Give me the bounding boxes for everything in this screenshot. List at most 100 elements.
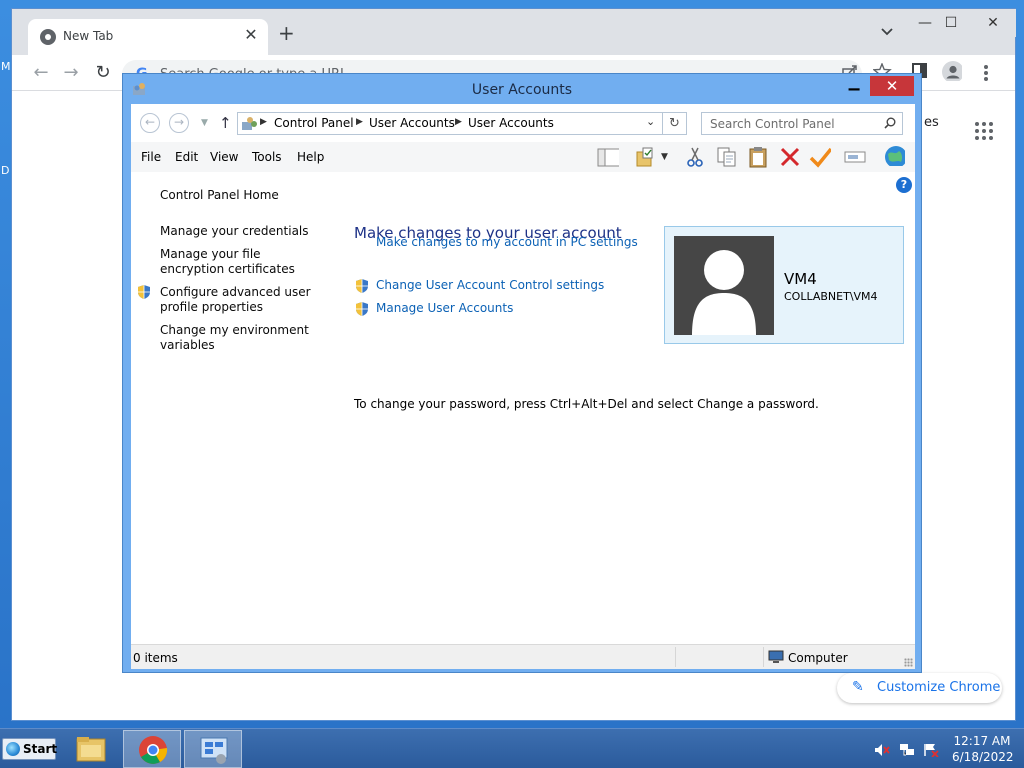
user-name: VM4 <box>784 270 817 288</box>
chrome-favicon-icon <box>40 29 56 45</box>
properties-folder-icon[interactable] <box>636 146 658 168</box>
ua-minimize-button[interactable]: ▁ <box>841 76 867 96</box>
forward-arrow-icon[interactable]: → <box>169 113 189 133</box>
ntp-shortcut-text[interactable]: es <box>924 115 939 130</box>
status-location: Computer <box>788 651 848 665</box>
address-dropdown-icon[interactable]: ⌄ <box>646 115 655 128</box>
computer-icon <box>768 650 784 663</box>
breadcrumb-item[interactable]: Control Panel <box>274 116 354 130</box>
google-apps-icon[interactable] <box>975 122 993 140</box>
menu-help[interactable]: Help <box>297 150 324 164</box>
user-domain: COLLABNET\VM4 <box>784 290 878 303</box>
menu-tools[interactable]: Tools <box>252 150 282 164</box>
copy-icon[interactable] <box>716 146 738 168</box>
user-account-tile: VM4 COLLABNET\VM4 <box>664 226 904 344</box>
chrome-tab-title: New Tab <box>63 29 114 43</box>
status-divider <box>675 647 676 667</box>
paste-clipboard-icon[interactable] <box>747 146 769 168</box>
address-bar[interactable]: ▶ Control Panel ▶ User Accounts ▶ User A… <box>237 112 663 135</box>
chrome-menu-icon[interactable] <box>984 65 988 83</box>
search-icon[interactable] <box>884 117 896 129</box>
sidebar-item-environment-variables[interactable]: Change my environment variables <box>160 323 320 353</box>
recent-pages-chevron-icon[interactable]: ▼ <box>201 118 208 128</box>
breadcrumb-item[interactable]: User Accounts <box>468 116 554 130</box>
control-panel-icon <box>242 117 257 130</box>
taskbar-chrome[interactable] <box>123 730 181 768</box>
back-arrow-icon[interactable]: ← <box>30 62 52 84</box>
taskbar-file-explorer[interactable] <box>62 730 120 768</box>
checkmark-icon[interactable] <box>809 146 831 168</box>
help-icon[interactable]: ? <box>896 177 912 193</box>
clock-date[interactable]: 6/18/2022 <box>952 750 1014 764</box>
taskbar: Start 12:17 AM 6/18/2022 <box>0 728 1024 768</box>
cut-scissors-icon[interactable] <box>685 146 707 168</box>
clock-time[interactable]: 12:17 AM <box>952 734 1012 748</box>
properties-dropdown-icon[interactable]: ▼ <box>661 152 668 162</box>
layout-pane-icon[interactable] <box>597 146 619 168</box>
desktop: M D New Tab ✕ + — ☐ ✕ ← → ↻ G Search Goo… <box>0 0 1024 728</box>
action-center-flag-icon[interactable] <box>923 743 939 757</box>
pc-settings-link[interactable]: Make changes to my account in PC setting… <box>376 235 638 249</box>
folder-icon <box>76 737 106 762</box>
tab-search-chevron-icon[interactable] <box>881 25 893 37</box>
chrome-tab-strip: New Tab ✕ + — ☐ ✕ <box>12 9 1016 55</box>
sidebar-item-encryption-certificates[interactable]: Manage your file encryption certificates <box>160 247 320 277</box>
refresh-icon[interactable]: ↻ <box>663 112 687 135</box>
back-arrow-icon[interactable]: ← <box>140 113 160 133</box>
ua-close-button[interactable]: ✕ <box>870 76 914 96</box>
start-label: Start <box>23 742 58 756</box>
control-panel-icon <box>200 737 228 764</box>
ua-address-row: ← → ▼ ↑ ▶ Control Panel ▶ User Accounts … <box>131 104 915 142</box>
start-orb-icon <box>6 742 20 756</box>
start-button[interactable]: Start <box>2 738 58 760</box>
status-bar: 0 items Computer <box>131 644 915 669</box>
chrome-maximize-button[interactable]: ☐ <box>928 9 974 37</box>
ua-window-title: User Accounts <box>471 82 573 98</box>
uac-shield-icon <box>356 279 368 293</box>
breadcrumb-separator-icon: ▶ <box>260 117 267 127</box>
volume-muted-icon[interactable] <box>874 743 890 757</box>
uac-settings-link[interactable]: Change User Account Control settings <box>376 278 604 292</box>
pencil-icon: ✎ <box>852 679 864 695</box>
ua-client-area: ← → ▼ ↑ ▶ Control Panel ▶ User Accounts … <box>131 104 915 669</box>
chrome-close-button[interactable]: ✕ <box>970 9 1016 37</box>
uac-shield-icon <box>356 302 368 316</box>
rename-field-icon[interactable] <box>844 146 866 168</box>
customize-chrome-label: Customize Chrome <box>877 680 1001 695</box>
delete-x-icon[interactable] <box>779 146 801 168</box>
status-item-count: 0 items <box>133 651 178 665</box>
forward-arrow-icon[interactable]: → <box>60 62 82 84</box>
breadcrumb-separator-icon[interactable]: ▶ <box>356 117 363 127</box>
sidebar-item-credentials[interactable]: Manage your credentials <box>160 224 320 239</box>
manage-user-accounts-link[interactable]: Manage User Accounts <box>376 301 513 315</box>
globe-icon[interactable] <box>883 144 905 166</box>
status-divider <box>763 647 764 667</box>
uac-shield-icon <box>138 285 150 299</box>
reload-icon[interactable]: ↻ <box>92 62 114 84</box>
chrome-icon <box>139 736 168 764</box>
network-icon[interactable] <box>899 743 915 757</box>
profile-avatar-icon[interactable] <box>942 61 962 81</box>
desktop-edge-letter: M <box>1 60 11 73</box>
chrome-tab-new-tab[interactable]: New Tab ✕ <box>28 19 268 55</box>
resize-grip-icon[interactable] <box>904 658 913 667</box>
menu-edit[interactable]: Edit <box>175 150 198 164</box>
ua-menu-bar: File Edit View Tools Help ▼ <box>131 142 915 172</box>
desktop-edge-letter: D <box>1 164 10 177</box>
ua-titlebar[interactable]: User Accounts ▁ ✕ <box>123 74 921 104</box>
search-control-panel-input[interactable]: Search Control Panel <box>701 112 903 135</box>
breadcrumb-item[interactable]: User Accounts <box>369 116 455 130</box>
close-tab-icon[interactable]: ✕ <box>242 26 260 44</box>
sidebar-item-advanced-profile[interactable]: Configure advanced user profile properti… <box>160 285 320 315</box>
breadcrumb-separator-icon[interactable]: ▶ <box>455 117 462 127</box>
avatar <box>674 236 774 335</box>
sidebar-control-panel-home[interactable]: Control Panel Home <box>160 188 320 203</box>
user-silhouette-icon <box>692 250 756 335</box>
new-tab-button[interactable]: + <box>278 23 295 43</box>
customize-chrome-button[interactable]: ✎ Customize Chrome <box>837 673 1002 703</box>
taskbar-control-panel[interactable] <box>184 730 242 768</box>
user-accounts-window: User Accounts ▁ ✕ ← → ▼ ↑ ▶ Control Pane… <box>122 73 922 673</box>
menu-view[interactable]: View <box>210 150 238 164</box>
up-arrow-icon[interactable]: ↑ <box>219 114 232 132</box>
menu-file[interactable]: File <box>141 150 161 164</box>
